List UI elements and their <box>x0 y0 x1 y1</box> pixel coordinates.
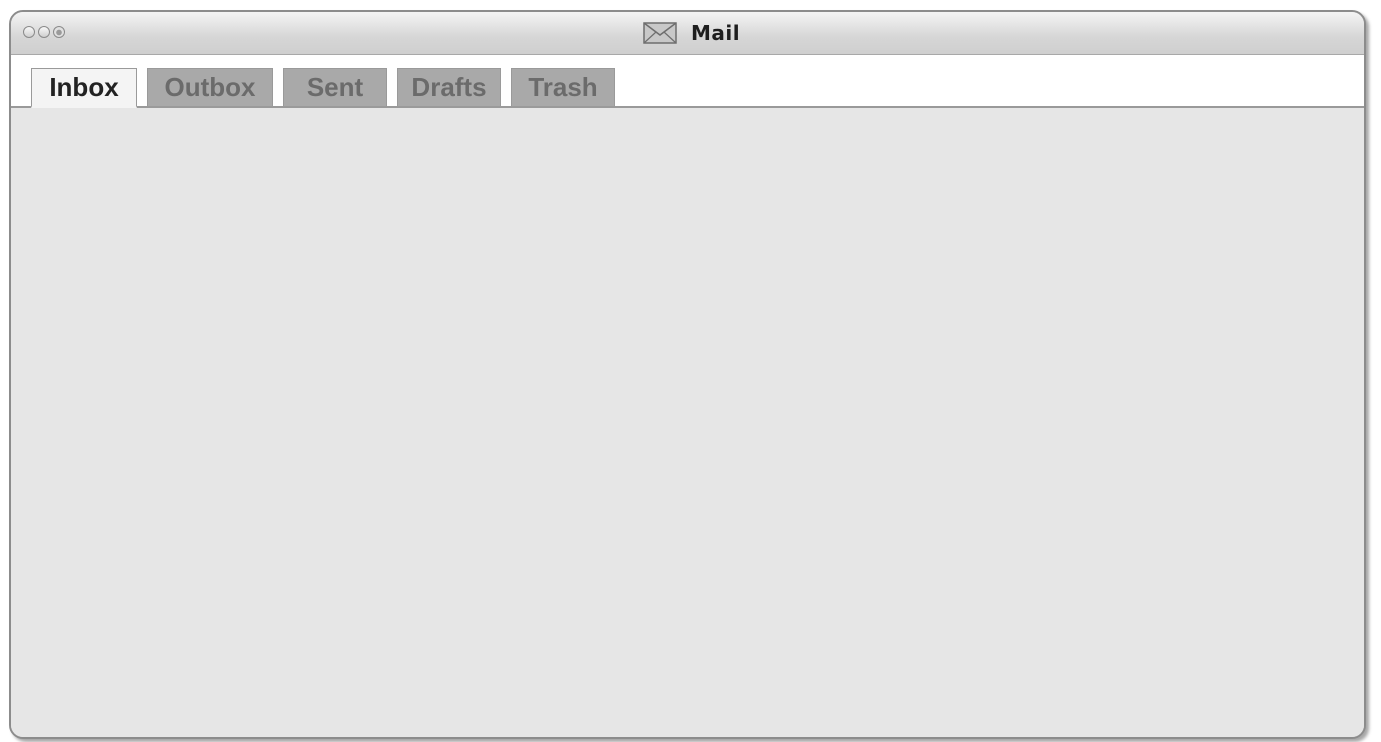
title-bar[interactable]: Mail <box>11 12 1364 55</box>
mailbox-tabs: Inbox Outbox Sent Drafts Trash <box>31 68 615 108</box>
tab-inbox[interactable]: Inbox <box>31 68 137 108</box>
window-title: Mail <box>690 21 741 45</box>
tab-sent[interactable]: Sent <box>283 68 387 106</box>
tab-trash[interactable]: Trash <box>511 68 615 106</box>
message-content-area[interactable] <box>11 108 1364 737</box>
tab-bar: Inbox Outbox Sent Drafts Trash <box>11 55 1364 108</box>
tab-outbox[interactable]: Outbox <box>147 68 273 106</box>
envelope-icon <box>643 22 677 44</box>
tab-drafts[interactable]: Drafts <box>397 68 501 106</box>
mail-window: Mail Inbox Outbox Sent Drafts Trash <box>9 10 1366 739</box>
window-title-group: Mail <box>11 12 1364 54</box>
